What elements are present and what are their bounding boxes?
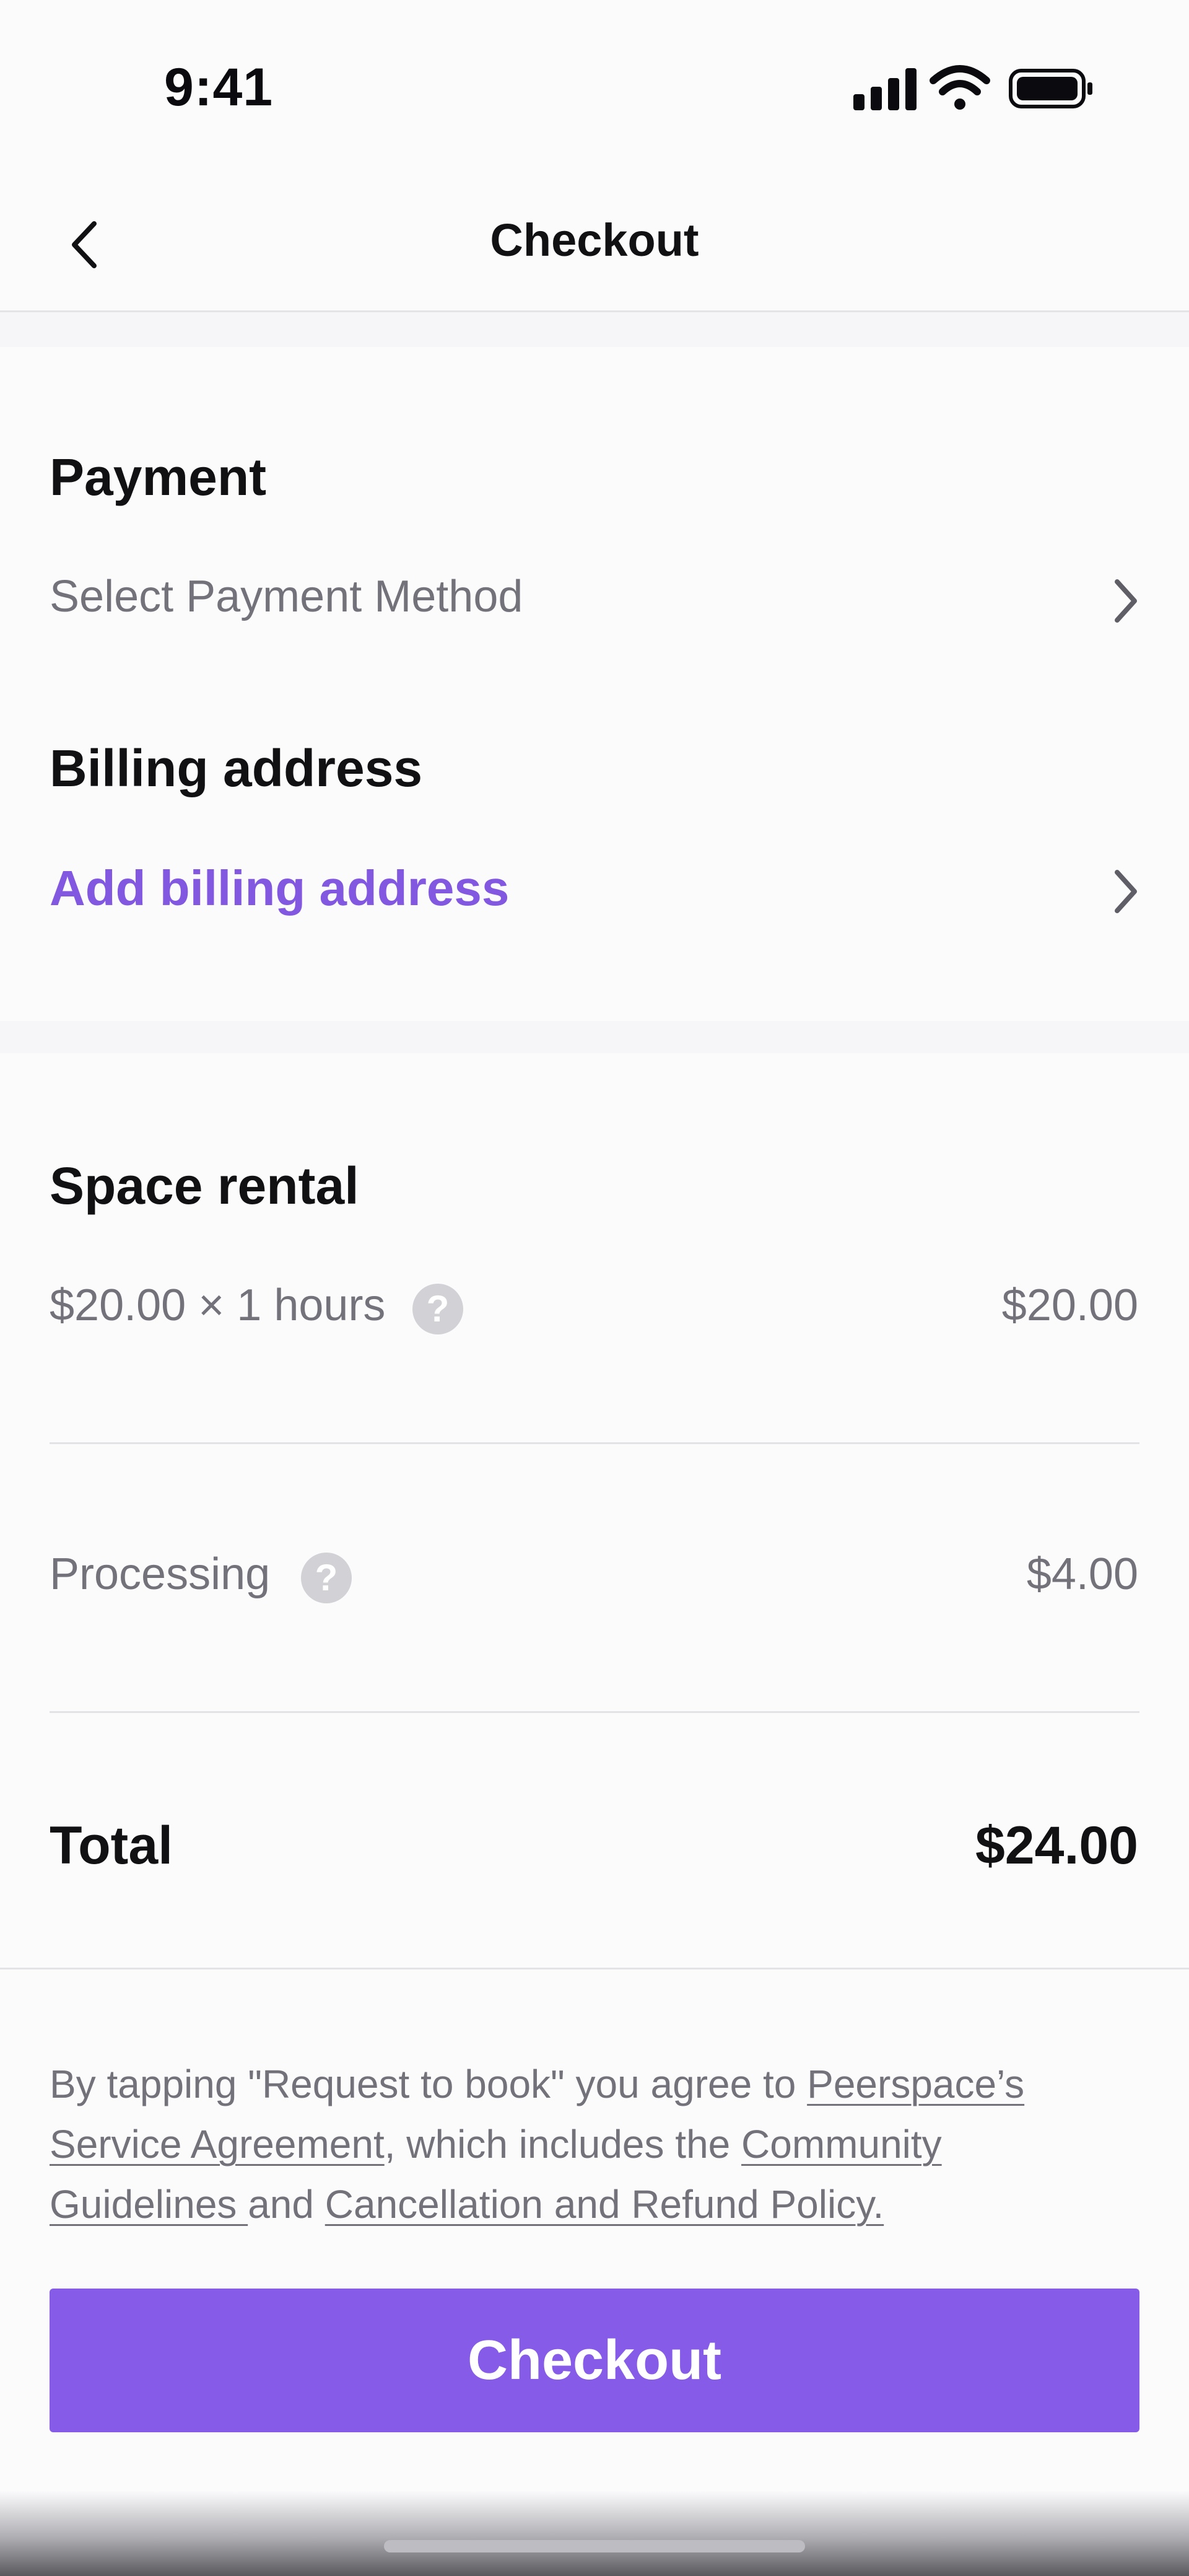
bottom-shadow bbox=[0, 2491, 1189, 2576]
total-label: Total bbox=[50, 1816, 173, 1875]
home-indicator[interactable] bbox=[384, 2540, 805, 2552]
section-separator-band bbox=[0, 312, 1189, 347]
question-circle-icon[interactable]: ? bbox=[301, 1553, 352, 1603]
chevron-right-icon bbox=[1115, 579, 1137, 623]
cellular-signal-icon bbox=[853, 68, 917, 110]
checkout-button[interactable]: Checkout bbox=[50, 2289, 1139, 2432]
question-circle-icon[interactable]: ? bbox=[412, 1284, 463, 1334]
status-icons-svg bbox=[853, 65, 1092, 110]
terms-prefix: By tapping "Request to book" you agree t… bbox=[50, 2062, 808, 2106]
billing-heading: Billing address bbox=[50, 739, 423, 797]
battery-icon bbox=[1009, 69, 1092, 108]
payment-row-chevron[interactable] bbox=[1108, 573, 1143, 629]
terms-mid: , which includes the bbox=[384, 2122, 742, 2166]
processing-amount: $4.00 bbox=[1026, 1549, 1138, 1599]
rental-line-amount: $20.00 bbox=[1001, 1281, 1138, 1330]
page-title: Checkout bbox=[490, 214, 699, 266]
divider bbox=[50, 1711, 1139, 1713]
payment-heading: Payment bbox=[50, 448, 267, 506]
section-separator-band bbox=[0, 1021, 1189, 1053]
cancellation-policy-link[interactable]: Cancellation and Refund Policy. bbox=[325, 2182, 884, 2227]
status-time: 9:41 bbox=[164, 58, 274, 117]
status-icons bbox=[848, 62, 1096, 118]
billing-row-chevron[interactable] bbox=[1108, 864, 1143, 919]
wifi-icon bbox=[930, 65, 990, 110]
chevron-right-icon bbox=[1115, 870, 1137, 913]
space-rental-heading: Space rental bbox=[50, 1157, 359, 1215]
terms-text: By tapping "Request to book" you agree t… bbox=[50, 2054, 1139, 2235]
terms-and: and bbox=[248, 2182, 325, 2227]
processing-label: Processing bbox=[50, 1549, 271, 1599]
add-billing-address-link[interactable]: Add billing address bbox=[50, 860, 509, 917]
divider bbox=[50, 1442, 1139, 1444]
select-payment-method[interactable]: Select Payment Method bbox=[50, 571, 523, 622]
divider bbox=[0, 1968, 1189, 1969]
rental-line-label: $20.00 × 1 hours bbox=[50, 1281, 386, 1330]
total-amount: $24.00 bbox=[975, 1816, 1138, 1875]
